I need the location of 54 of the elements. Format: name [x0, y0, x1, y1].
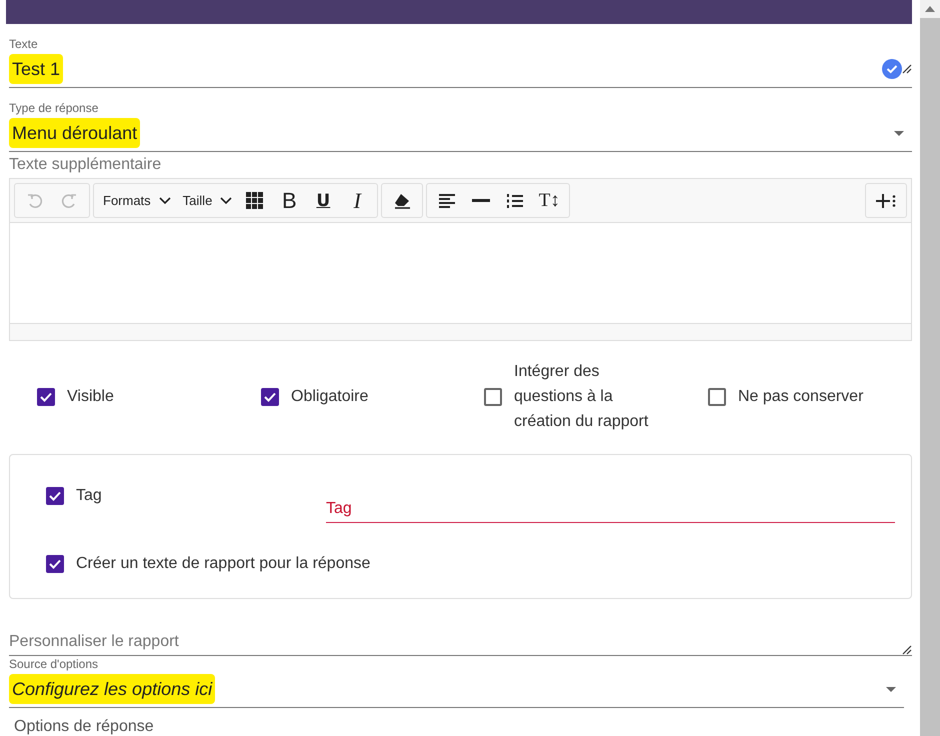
- checkbox[interactable]: [46, 486, 64, 504]
- format-glyph: B: [282, 188, 297, 214]
- checkbox[interactable]: [261, 388, 279, 406]
- field-label: Texte: [9, 38, 39, 51]
- resize-handle-icon: [902, 64, 912, 74]
- text-field[interactable]: Texte Test 1: [9, 24, 912, 88]
- checkbox[interactable]: [484, 388, 502, 406]
- toolbar-button[interactable]: U: [306, 184, 340, 218]
- format-glyph: U: [316, 190, 330, 210]
- field-label: Type de réponse: [9, 102, 100, 115]
- field-label: Source d'options: [9, 658, 100, 671]
- scrollbar[interactable]: [920, 0, 940, 736]
- format-glyph: T↕: [538, 190, 560, 212]
- checkbox-label: Créer un texte de rapport pour la réponse: [76, 554, 370, 574]
- table-icon: [246, 192, 264, 210]
- eraser-icon: [392, 192, 412, 210]
- checkbox-label: Visible: [67, 387, 114, 407]
- checkbox[interactable]: [46, 554, 64, 572]
- dropdown-caret-icon: [894, 130, 904, 136]
- redo-icon: [60, 192, 78, 210]
- field-value: Configurez les options ici: [9, 674, 216, 704]
- dropdown-caret-icon: [886, 686, 896, 692]
- checkmark-icon: [49, 490, 61, 500]
- checkbox-label: Intégrer des questions à la création du rapport: [514, 362, 650, 432]
- undo-icon: [26, 192, 44, 210]
- tag-input[interactable]: Tag: [326, 485, 895, 523]
- checkbox-label: Tag: [76, 486, 102, 506]
- toolbar-button[interactable]: B: [272, 184, 306, 218]
- field-value: Menu déroulant: [9, 118, 140, 148]
- numbered-list-icon: [506, 192, 524, 208]
- toolbar-dropdown[interactable]: Formats: [97, 184, 177, 218]
- chevron-down-icon: [158, 196, 171, 204]
- rich-text-editor[interactable]: Formats Taille B U I T↕: [9, 178, 912, 341]
- format-glyph: I: [354, 188, 361, 214]
- checkmark-icon: [49, 558, 61, 568]
- checkbox-label: Ne pas conserver: [738, 387, 864, 407]
- resize-handle-icon: [902, 645, 912, 655]
- checkmark-icon: [264, 392, 276, 402]
- checkbox-label: Obligatoire: [291, 387, 368, 407]
- select-field[interactable]: Type de réponse Menu déroulant: [9, 88, 912, 152]
- checkbox[interactable]: [37, 388, 55, 406]
- horizontal-line-icon: [472, 198, 490, 202]
- toolbar-button[interactable]: I: [340, 184, 374, 218]
- insert-icon: [875, 192, 897, 208]
- toolbar-dropdown[interactable]: Taille: [176, 184, 238, 218]
- scroll-up-icon[interactable]: [925, 6, 935, 12]
- section-label: Options de réponse: [13, 718, 155, 736]
- align-left-icon: [438, 192, 456, 208]
- field-value: Test 1: [9, 54, 64, 84]
- checkbox[interactable]: [708, 388, 726, 406]
- select-field[interactable]: Source d'options Configurez les options ici: [9, 656, 904, 708]
- checkmark-icon: [40, 392, 52, 402]
- editor-label: Texte supplémentaire: [9, 156, 162, 174]
- chevron-down-icon: [220, 196, 232, 204]
